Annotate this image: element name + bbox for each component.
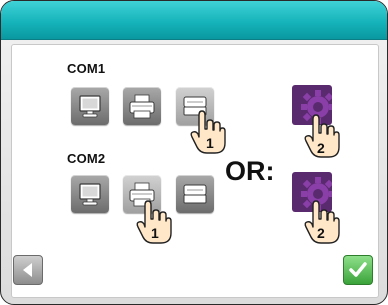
ok-button[interactable] bbox=[343, 255, 373, 285]
com2-label: COM2 bbox=[67, 151, 106, 166]
printer-icon bbox=[129, 94, 155, 119]
back-arrow-icon bbox=[23, 263, 32, 277]
step-number-1: 1 bbox=[206, 135, 214, 151]
step-number-2: 2 bbox=[317, 225, 325, 241]
com1-monitor-button[interactable] bbox=[71, 87, 109, 125]
com2-scanner-button[interactable] bbox=[176, 175, 214, 213]
scanner-icon bbox=[183, 184, 207, 204]
com2-monitor-button[interactable] bbox=[71, 175, 109, 213]
content-panel bbox=[11, 44, 379, 298]
com1-label: COM1 bbox=[67, 61, 106, 76]
or-text: OR: bbox=[225, 156, 275, 186]
monitor-icon bbox=[79, 183, 101, 206]
checkmark-icon bbox=[349, 262, 367, 277]
dialog-window: COM1 1 2 OR: COM2 1 2 bbox=[0, 0, 388, 305]
com1-printer-button[interactable] bbox=[123, 87, 161, 125]
monitor-icon bbox=[79, 95, 101, 118]
back-button[interactable] bbox=[13, 255, 43, 285]
title-bar bbox=[1, 1, 387, 40]
step-number-1: 1 bbox=[151, 225, 159, 241]
step-number-2: 2 bbox=[317, 140, 325, 156]
